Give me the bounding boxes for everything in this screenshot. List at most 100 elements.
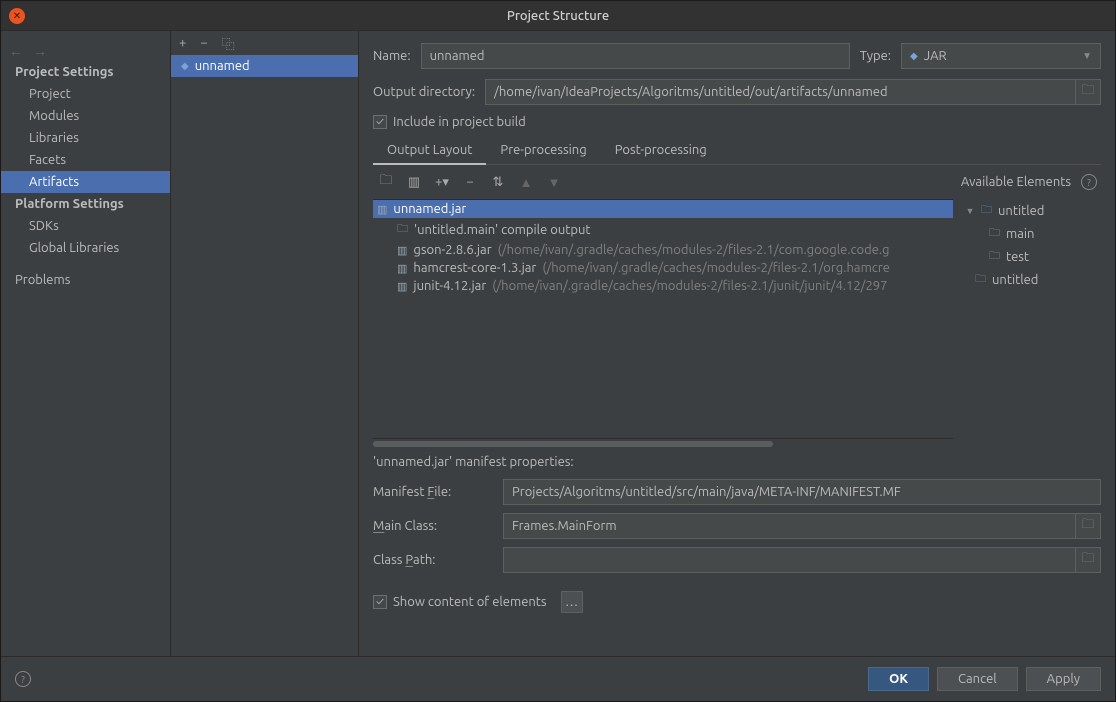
tab-pre-processing[interactable]: Pre-processing	[486, 137, 600, 164]
tree-node-label: untitled	[998, 204, 1044, 218]
tree-node-label: junit-4.12.jar	[413, 279, 486, 293]
tree-node-label: 'untitled.main' compile output	[414, 223, 591, 237]
sidebar-item-project[interactable]: Project	[1, 83, 170, 105]
scrollbar-thumb[interactable]	[373, 441, 773, 447]
new-folder-icon[interactable]: 🗀	[377, 171, 395, 193]
sort-icon[interactable]: ⇅	[489, 175, 507, 190]
tree-node-root[interactable]: ▥ unnamed.jar	[373, 200, 953, 218]
chevron-down-icon[interactable]: ▼	[965, 206, 975, 216]
remove-icon[interactable]: −	[200, 36, 207, 50]
manifest-header: 'unnamed.jar' manifest properties:	[373, 455, 1101, 469]
tab-post-processing[interactable]: Post-processing	[601, 137, 721, 164]
tree-node[interactable]: ▥ junit-4.12.jar (/home/ivan/.gradle/cac…	[373, 277, 953, 295]
module-icon: 🗀	[981, 201, 992, 220]
tree-node-label: unnamed.jar	[393, 202, 466, 216]
artifact-list-item[interactable]: ◆ unnamed	[171, 55, 358, 77]
main-class-input[interactable]	[503, 513, 1075, 539]
name-label: Name:	[373, 49, 411, 63]
remove-element-icon[interactable]: −	[461, 175, 479, 189]
include-build-label: Include in project build	[393, 115, 526, 129]
type-select[interactable]: ◆ JAR ▼	[901, 43, 1101, 69]
tree-node-path: (/home/ivan/.gradle/caches/modules-2/fil…	[542, 261, 890, 275]
ok-button[interactable]: OK	[868, 667, 929, 691]
tree-node[interactable]: 🗀 main	[961, 222, 1101, 245]
type-label: Type:	[860, 49, 891, 63]
sidebar-section-project-settings: Project Settings	[1, 61, 170, 83]
tree-node[interactable]: 🗀 test	[961, 245, 1101, 268]
copy-icon[interactable]: ⿻	[222, 34, 235, 53]
chevron-down-icon: ▼	[1082, 50, 1092, 62]
available-elements-label: Available Elements	[961, 175, 1071, 189]
window-title: Project Structure	[1, 9, 1115, 23]
tree-node[interactable]: 🗀 'untitled.main' compile output	[373, 218, 953, 241]
tab-output-layout[interactable]: Output Layout	[373, 137, 486, 165]
browse-output-dir-button[interactable]: 🗀	[1075, 79, 1101, 105]
browse-class-path-button[interactable]: 🗀	[1075, 547, 1101, 573]
jar-icon: ◆	[910, 50, 918, 62]
footer-help-icon[interactable]: ?	[15, 671, 31, 687]
tree-node-label: main	[1006, 227, 1034, 241]
tree-node[interactable]: ▥ gson-2.8.6.jar (/home/ivan/.gradle/cac…	[373, 241, 953, 259]
close-icon[interactable]: ✕	[9, 8, 25, 24]
horizontal-scrollbar[interactable]	[373, 441, 1101, 447]
type-value: JAR	[924, 49, 947, 63]
main-panel: Name: Type: ◆ JAR ▼ Output directory: 🗀 …	[359, 31, 1115, 656]
new-archive-icon[interactable]: ▥	[405, 175, 423, 190]
jar-icon: ▥	[397, 262, 407, 275]
move-up-icon[interactable]: ▲	[517, 175, 535, 190]
sidebar-section-platform-settings: Platform Settings	[1, 193, 170, 215]
jar-icon: ▥	[377, 203, 387, 216]
main-class-label: Main Class:	[373, 519, 493, 533]
sidebar-item-artifacts[interactable]: Artifacts	[1, 171, 170, 193]
add-copy-icon[interactable]: +▾	[433, 175, 451, 190]
show-content-checkbox[interactable]: ✓	[373, 595, 387, 609]
sidebar-item-modules[interactable]: Modules	[1, 105, 170, 127]
folder-icon: 🗀	[1081, 515, 1094, 537]
sidebar-item-global-libraries[interactable]: Global Libraries	[1, 237, 170, 259]
tree-node[interactable]: 🗀 untitled	[961, 268, 1101, 291]
sidebar-item-facets[interactable]: Facets	[1, 149, 170, 171]
show-content-label: Show content of elements	[393, 595, 547, 609]
output-dir-label: Output directory:	[373, 85, 475, 99]
folder-icon: 🗀	[989, 247, 1000, 266]
artifact-list-panel: + − ⿻ ◆ unnamed	[171, 31, 359, 656]
help-icon[interactable]: ?	[1081, 174, 1097, 190]
apply-button[interactable]: Apply	[1026, 667, 1101, 691]
class-path-input[interactable]	[503, 547, 1075, 573]
show-content-more-button[interactable]: …	[561, 591, 583, 613]
manifest-file-input[interactable]	[503, 479, 1101, 505]
nav-back-icon[interactable]: ←	[9, 43, 23, 59]
folder-icon: 🗀	[1081, 81, 1094, 103]
tree-node-label: gson-2.8.6.jar	[413, 243, 491, 257]
sidebar-item-problems[interactable]: Problems	[1, 269, 170, 291]
add-icon[interactable]: +	[179, 36, 186, 50]
sidebar-item-libraries[interactable]: Libraries	[1, 127, 170, 149]
browse-main-class-button[interactable]: 🗀	[1075, 513, 1101, 539]
class-path-label: Class Path:	[373, 553, 493, 567]
jar-icon: ▥	[397, 244, 407, 257]
folder-icon: 🗀	[989, 224, 1000, 243]
include-build-checkbox[interactable]: ✓	[373, 115, 387, 129]
tree-node-label: untitled	[992, 273, 1038, 287]
tree-node-path: (/home/ivan/.gradle/caches/modules-2/fil…	[498, 243, 890, 257]
tree-node-root[interactable]: ▼ 🗀 untitled	[961, 199, 1101, 222]
move-down-icon[interactable]: ▼	[545, 175, 563, 190]
sidebar-item-sdks[interactable]: SDKs	[1, 215, 170, 237]
artifact-icon: ◆	[181, 60, 189, 72]
output-layout-tree[interactable]: ▥ unnamed.jar 🗀 'untitled.main' compile …	[373, 199, 953, 439]
tree-node-label: test	[1006, 250, 1029, 264]
titlebar: ✕ Project Structure	[1, 1, 1115, 31]
artifact-tabs: Output Layout Pre-processing Post-proces…	[373, 137, 1101, 165]
manifest-file-label: Manifest File:	[373, 485, 493, 499]
folder-icon: 🗀	[1081, 549, 1094, 571]
name-input[interactable]	[421, 43, 850, 69]
module-icon: 🗀	[975, 270, 986, 289]
available-elements-tree[interactable]: ▼ 🗀 untitled 🗀 main 🗀 test 🗀 untit	[961, 199, 1101, 439]
output-dir-input[interactable]	[485, 79, 1075, 105]
tree-node-path: (/home/ivan/.gradle/caches/modules-2/fil…	[492, 279, 887, 293]
project-structure-window: ✕ Project Structure ← → Project Settings…	[0, 0, 1116, 702]
cancel-button[interactable]: Cancel	[937, 667, 1018, 691]
jar-icon: ▥	[397, 280, 407, 293]
tree-node[interactable]: ▥ hamcrest-core-1.3.jar (/home/ivan/.gra…	[373, 259, 953, 277]
nav-forward-icon[interactable]: →	[33, 43, 47, 59]
